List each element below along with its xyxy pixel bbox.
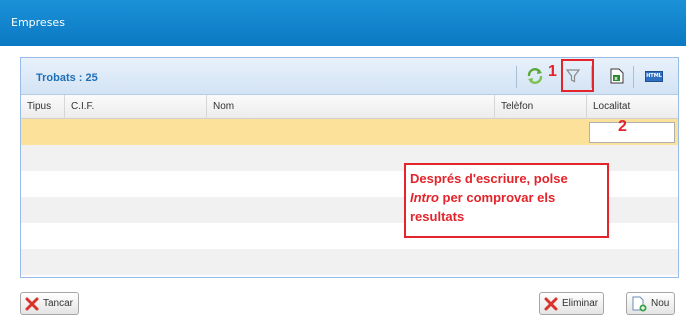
grid-header: Tipus C.I.F. Nom Telèfon Localitat	[21, 95, 678, 119]
svg-text:x: x	[614, 76, 618, 82]
filter-row	[21, 119, 678, 145]
excel-export-icon[interactable]: x	[607, 66, 627, 86]
html-export-icon[interactable]: HTML	[644, 66, 664, 86]
callout-line-3: resultats	[410, 209, 465, 224]
column-header-type[interactable]: Tipus	[21, 95, 65, 119]
callout-line-1: Després d'escriure, polse	[410, 171, 568, 186]
annotation-marker-1: 1	[548, 63, 557, 80]
close-button-label: Tancar	[43, 298, 74, 309]
delete-button-label: Eliminar	[562, 298, 599, 309]
annotation-marker-2: 2	[618, 118, 627, 135]
annotation-callout: Després d'escriure, polse Intro per comp…	[404, 163, 609, 238]
title-bar: Empreses	[0, 0, 686, 46]
locality-filter-input[interactable]	[589, 122, 675, 143]
column-header-name[interactable]: Nom	[207, 95, 495, 119]
close-icon	[25, 297, 39, 310]
column-header-cif[interactable]: C.I.F.	[65, 95, 207, 119]
window-title: Empreses	[11, 16, 65, 29]
refresh-icon[interactable]	[525, 66, 545, 86]
results-count: Trobats : 25	[36, 72, 98, 84]
filter-highlight-box	[561, 59, 594, 92]
toolbar-separator	[633, 66, 634, 88]
callout-line-2: Intro per comprovar els	[410, 188, 603, 207]
toolbar-separator	[516, 66, 517, 88]
delete-icon	[544, 297, 558, 310]
callout-italic-word: Intro	[410, 190, 439, 205]
table-row[interactable]	[21, 249, 678, 275]
html-icon-label: HTML	[645, 70, 663, 82]
new-button-label: Nou	[651, 298, 670, 309]
callout-line-2-text: per comprovar els	[438, 190, 556, 205]
new-button[interactable]: Nou	[626, 292, 676, 315]
new-document-icon	[632, 296, 647, 311]
delete-button[interactable]: Eliminar	[539, 292, 605, 315]
companies-window: Empreses Trobats : 25 x HTML Tipus C.I.F…	[0, 0, 686, 326]
close-button[interactable]: Tancar	[20, 292, 80, 315]
column-header-locality[interactable]: Localitat	[587, 95, 678, 119]
column-header-phone[interactable]: Telèfon	[495, 95, 587, 119]
